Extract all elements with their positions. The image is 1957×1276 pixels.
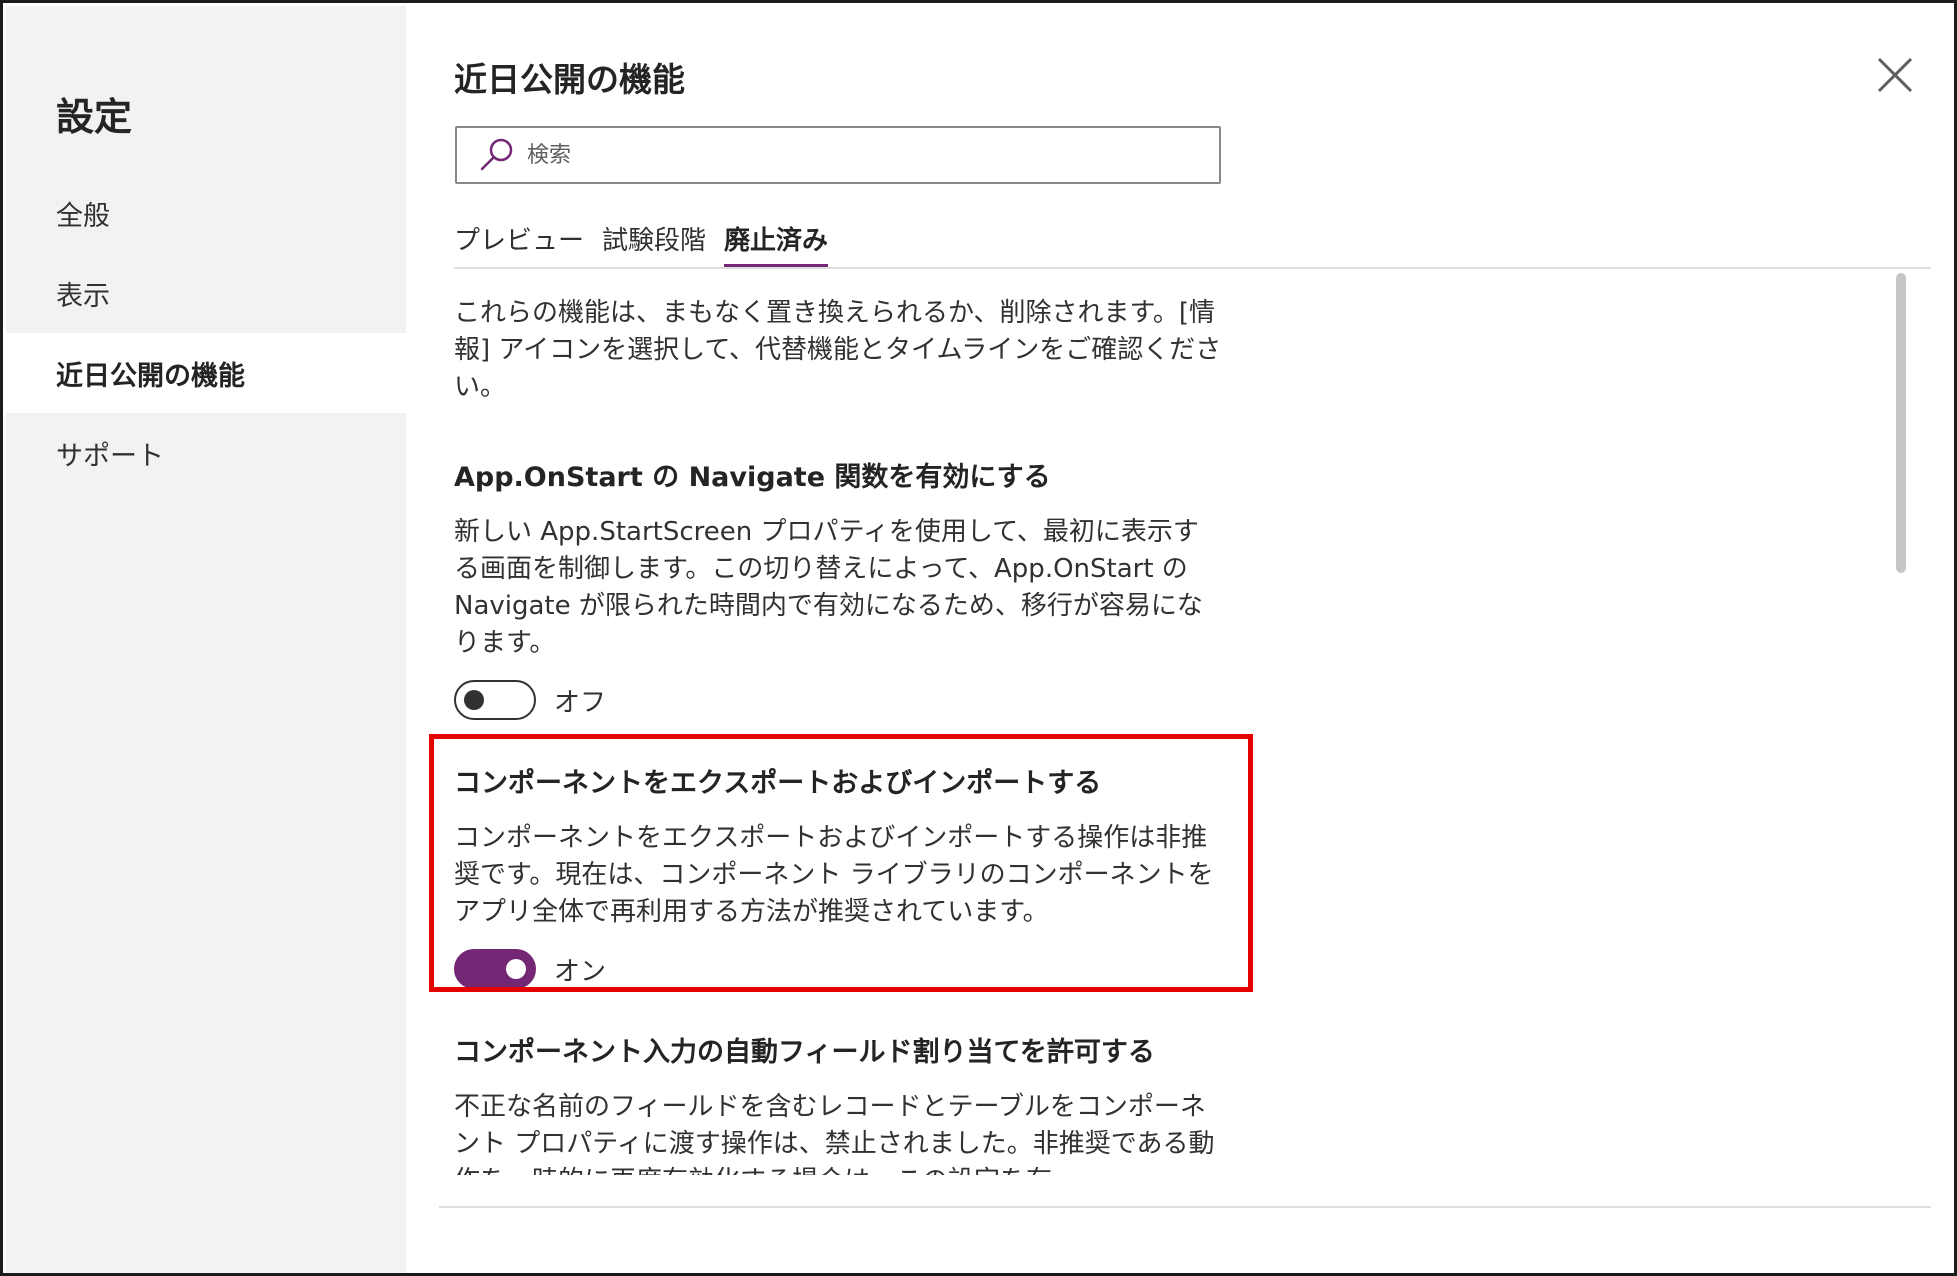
toggle-row: オフ [454, 678, 1234, 722]
feature-auto-field-assignment: コンポーネント入力の自動フィールド割り当てを許可する 不正な名前のフィールドを含… [454, 1035, 1234, 1175]
intro-text: これらの機能は、まもなく置き換えられるか、削除されます。[情報] アイコンを選択… [454, 298, 1222, 402]
feature-tabs: プレビュー 試験段階 廃止済み [454, 216, 829, 268]
feature-description: 新しい App.StartScreen プロパティを使用して、最初に表示する画面… [454, 517, 1203, 658]
search-input[interactable] [525, 129, 1219, 181]
feature-navigate-onstart: App.OnStart の Navigate 関数を有効にする 新しい App.… [454, 460, 1234, 722]
sidebar-title: 設定 [56, 95, 133, 139]
settings-sidebar: 設定 全般 表示 近日公開の機能 サポート [6, 6, 406, 1273]
sidebar-item-general[interactable]: 全般 [6, 173, 406, 253]
toggle-knob [464, 690, 484, 710]
search-box[interactable] [455, 126, 1221, 184]
sidebar-item-label: サポート [56, 440, 164, 472]
tab-retired[interactable]: 廃止済み [724, 216, 829, 268]
page-title: 近日公開の機能 [454, 60, 685, 99]
feature-title: App.OnStart の Navigate 関数を有効にする [454, 462, 1051, 493]
sidebar-item-label: 全般 [56, 200, 110, 232]
close-button[interactable] [1873, 53, 1917, 97]
features-list: これらの機能は、まもなく置き換えられるか、削除されます。[情報] アイコンを選択… [454, 295, 1234, 1175]
sidebar-item-label: 近日公開の機能 [56, 360, 245, 392]
close-icon [1877, 57, 1913, 93]
tabs-divider [454, 267, 1931, 269]
sidebar-item-support[interactable]: サポート [6, 413, 406, 493]
feature-description: コンポーネントをエクスポートおよびインポートする操作は非推奨です。現在は、コンポ… [454, 823, 1214, 927]
feature-title: コンポーネント入力の自動フィールド割り当てを許可する [454, 1037, 1155, 1068]
sidebar-item-display[interactable]: 表示 [6, 253, 406, 333]
toggle-label: オン [554, 956, 607, 987]
settings-dialog: 設定 全般 表示 近日公開の機能 サポート 近日公開の機能 プレビュー [0, 0, 1957, 1276]
footer-divider [439, 1206, 1931, 1208]
tab-experimental[interactable]: 試験段階 [602, 216, 706, 268]
tab-preview[interactable]: プレビュー [454, 216, 584, 268]
sidebar-item-label: 表示 [56, 280, 110, 312]
scrollbar-thumb[interactable] [1896, 273, 1906, 573]
toggle-label: オフ [554, 687, 607, 718]
feature-export-import-components: コンポーネントをエクスポートおよびインポートする コンポーネントをエクスポートお… [454, 766, 1234, 991]
sidebar-item-upcoming-features[interactable]: 近日公開の機能 [6, 333, 406, 413]
toggle-row: オン [454, 947, 1234, 991]
feature-title: コンポーネントをエクスポートおよびインポートする [454, 768, 1102, 799]
search-icon [477, 135, 525, 175]
toggle-knob [506, 959, 526, 979]
toggle-switch[interactable] [454, 949, 536, 989]
toggle-switch[interactable] [454, 680, 536, 720]
feature-description: 不正な名前のフィールドを含むレコードとテーブルをコンポーネント プロパティに渡す… [454, 1092, 1215, 1175]
